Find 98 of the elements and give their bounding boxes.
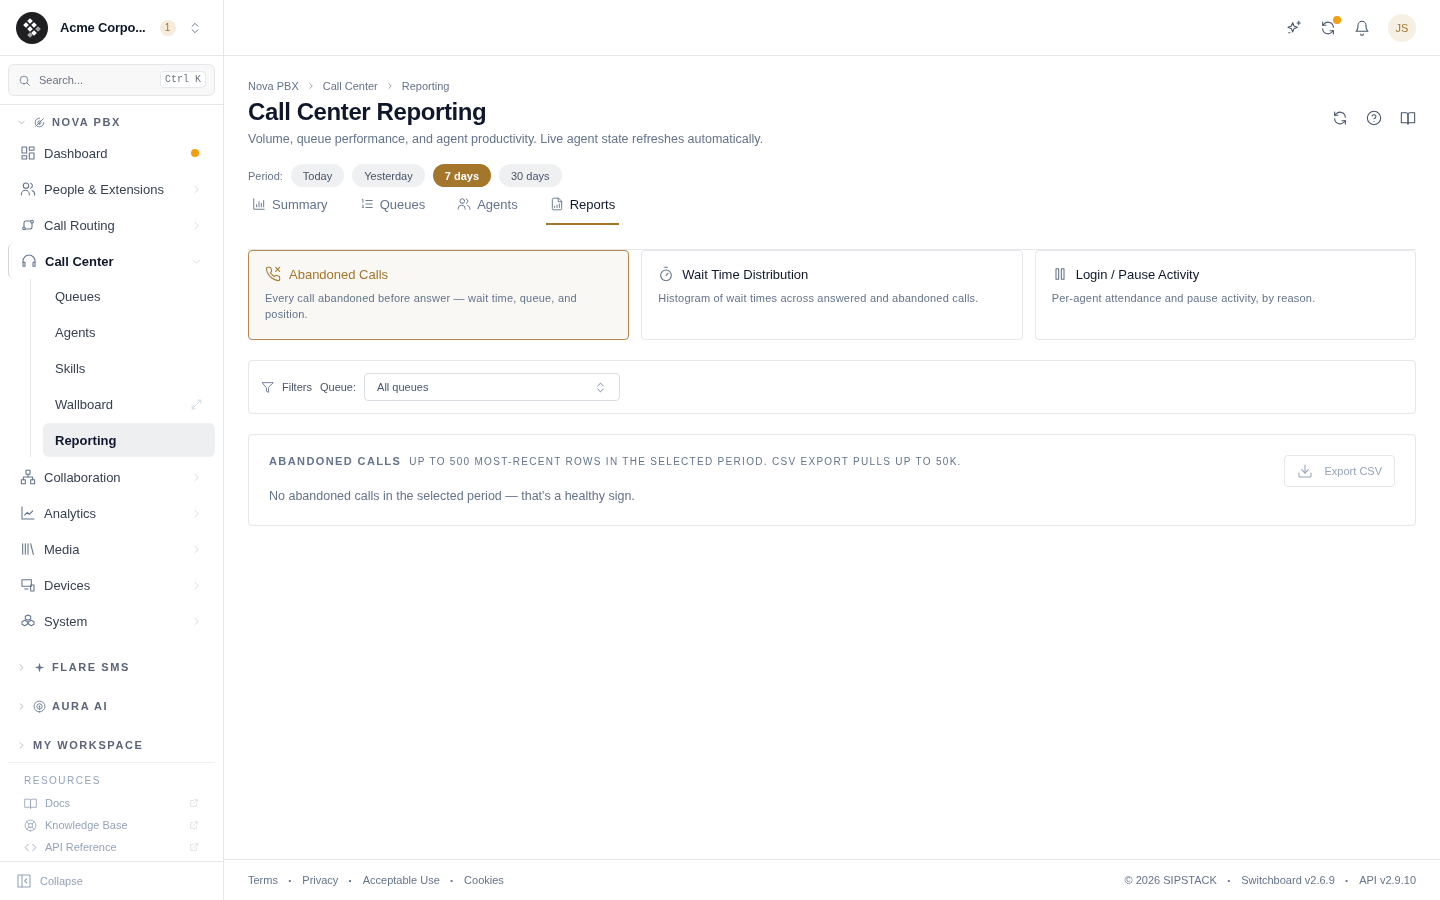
orbit-icon (33, 115, 46, 129)
external-link-icon (189, 842, 199, 852)
timer-icon (658, 266, 675, 282)
download-icon (1296, 463, 1313, 479)
nav-item[interactable]: Analytics (8, 495, 215, 531)
tab[interactable]: Summary (248, 189, 332, 225)
search-icon (18, 74, 31, 87)
report-card[interactable]: Login / Pause Activity Per-agent attendance and pause activity, by reason. (1034, 250, 1416, 340)
bell-icon[interactable] (1354, 19, 1370, 36)
logo-icon (16, 11, 48, 44)
period-label: Period: (248, 169, 283, 182)
library-icon (20, 541, 36, 557)
footer-link[interactable]: Terms (248, 874, 278, 886)
separator: · (1344, 872, 1350, 888)
nav-item[interactable]: Call Routing (8, 207, 215, 243)
target-icon (33, 699, 46, 713)
report-card[interactable]: Abandoned Calls Every call abandoned before answer — wait time, queue, and position. (248, 250, 630, 340)
footer-info: API v2.9.10 (1359, 874, 1416, 886)
section-header[interactable]: AURA AI (8, 695, 215, 717)
external-link-icon (189, 820, 199, 830)
route-icon (20, 217, 36, 233)
period-chip[interactable]: Yesterday (352, 164, 425, 187)
file-chart-icon (549, 197, 564, 211)
people-icon (457, 197, 472, 211)
section-header[interactable]: FLARE SMS (8, 656, 215, 678)
section-header[interactable]: NOVA PBX (8, 111, 215, 133)
section-header[interactable]: MY WORKSPACE (8, 734, 215, 756)
card-description: Per-agent attendance and pause activity, by reason. (1051, 291, 1317, 306)
report-card[interactable]: Wait Time Distribution Histogram of wait times across answered and abandoned calls. (641, 250, 1023, 340)
queue-select[interactable]: All queues (364, 373, 621, 401)
nav-subitem[interactable]: Reporting (43, 423, 215, 457)
headset-icon (21, 253, 37, 269)
sparkle-icon[interactable] (1286, 19, 1302, 36)
separator: · (449, 872, 455, 888)
organization-name[interactable]: Acme Corpo... (60, 20, 146, 35)
page-subtitle: Volume, queue performance, and agent productivity. Live agent state refreshes automatically. (248, 132, 764, 146)
footer-info: Switchboard v2.6.9 (1241, 874, 1335, 886)
count-badge: 1 (159, 19, 176, 36)
shortcut-key: Ctrl K (160, 71, 206, 88)
filter-icon (261, 380, 274, 394)
filters-label: Filters (282, 381, 312, 393)
devices-icon (20, 577, 36, 593)
external-link-icon (189, 798, 199, 808)
people-icon (20, 181, 36, 197)
page-title: Call Center Reporting (248, 98, 488, 126)
refresh-icon[interactable] (1320, 19, 1336, 36)
sidebar-collapse-icon (16, 873, 32, 889)
card-title: Abandoned Calls (289, 266, 389, 282)
separator: · (287, 872, 293, 888)
nav-item[interactable]: Dashboard (8, 135, 215, 171)
footer-link[interactable]: Cookies (464, 874, 504, 886)
nav-subitem[interactable]: Agents (43, 315, 215, 349)
separator: · (348, 872, 353, 888)
period-chip[interactable]: 30 days (499, 164, 562, 187)
section-note: UP TO 500 MOST-RECENT ROWS IN THE SELECTED PERIOD. CSV EXPORT PULLS UP TO 50K. (409, 455, 963, 467)
nav-subitem[interactable]: Skills (43, 351, 215, 385)
period-chip[interactable]: Today (290, 164, 345, 187)
nav-item[interactable]: People & Extensions (8, 171, 215, 207)
resources-heading: RESOURCES (24, 775, 102, 786)
sparkle-icon (33, 660, 46, 674)
separator: · (1226, 872, 1232, 888)
tab[interactable]: Agents (453, 189, 522, 225)
footer-info: © 2026 SIPSTACK (1124, 874, 1217, 886)
nav-item[interactable]: System (8, 603, 215, 639)
card-title: Wait Time Distribution (682, 266, 809, 282)
tab[interactable]: Queues (355, 189, 430, 225)
nav-item[interactable]: Call Center (8, 243, 215, 279)
line-chart-icon (20, 505, 36, 521)
grid-icon (20, 145, 36, 161)
nav-item[interactable]: Devices (8, 567, 215, 603)
network-icon (20, 469, 36, 485)
period-chip[interactable]: 7 days (432, 164, 491, 187)
tab[interactable]: Reports (545, 189, 620, 225)
breadcrumb-link[interactable]: Reporting (401, 80, 450, 92)
nav-subitem[interactable]: Wallboard (43, 387, 215, 421)
phone-x-icon (265, 266, 281, 282)
refresh-icon[interactable] (1332, 110, 1348, 126)
card-description: Histogram of wait times across answered and abandoned calls. (658, 291, 980, 306)
book-icon (24, 796, 37, 810)
section-title: ABANDONED CALLS (269, 455, 402, 467)
nav-item[interactable]: Collaboration (8, 459, 215, 495)
card-description: Every call abandoned before answer — wait time, queue, and position. (265, 291, 578, 322)
empty-message: No abandoned calls in the selected period — that's a healthy sign. (269, 489, 636, 503)
footer-link[interactable]: Acceptable Use (362, 874, 440, 886)
lifebuoy-icon (24, 818, 37, 832)
cubes-icon (20, 613, 36, 629)
nav-item[interactable]: Media (8, 531, 215, 567)
card-title: Login / Pause Activity (1075, 266, 1200, 282)
queue-label: Queue: (319, 381, 357, 393)
user-avatar[interactable]: JS (1388, 13, 1416, 42)
book-icon[interactable] (1400, 110, 1416, 126)
breadcrumb-link[interactable]: Nova PBX (248, 80, 299, 92)
nav-subitem[interactable]: Queues (43, 279, 215, 313)
help-icon[interactable] (1366, 110, 1382, 126)
footer-link[interactable]: Privacy (302, 874, 339, 886)
bar-chart-icon (252, 197, 266, 211)
list-icon (359, 197, 374, 211)
breadcrumb-link[interactable]: Call Center (322, 80, 378, 92)
